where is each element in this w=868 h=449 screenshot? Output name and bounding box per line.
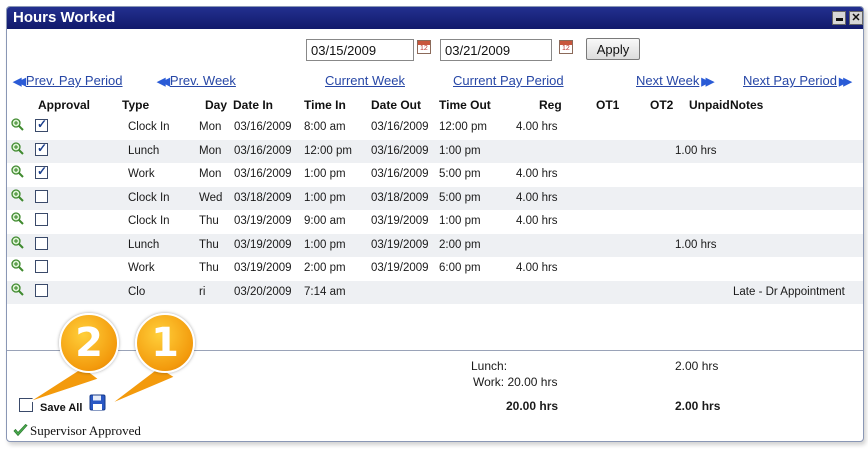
hours-worked-window: Hours Worked ✕ 12 12 Apply ◀◀Prev. Pay P… xyxy=(6,6,864,442)
callout-badge-1: 1 xyxy=(135,313,195,373)
callout-badge-2: 2 xyxy=(59,313,119,373)
callout-pointers xyxy=(26,366,177,406)
